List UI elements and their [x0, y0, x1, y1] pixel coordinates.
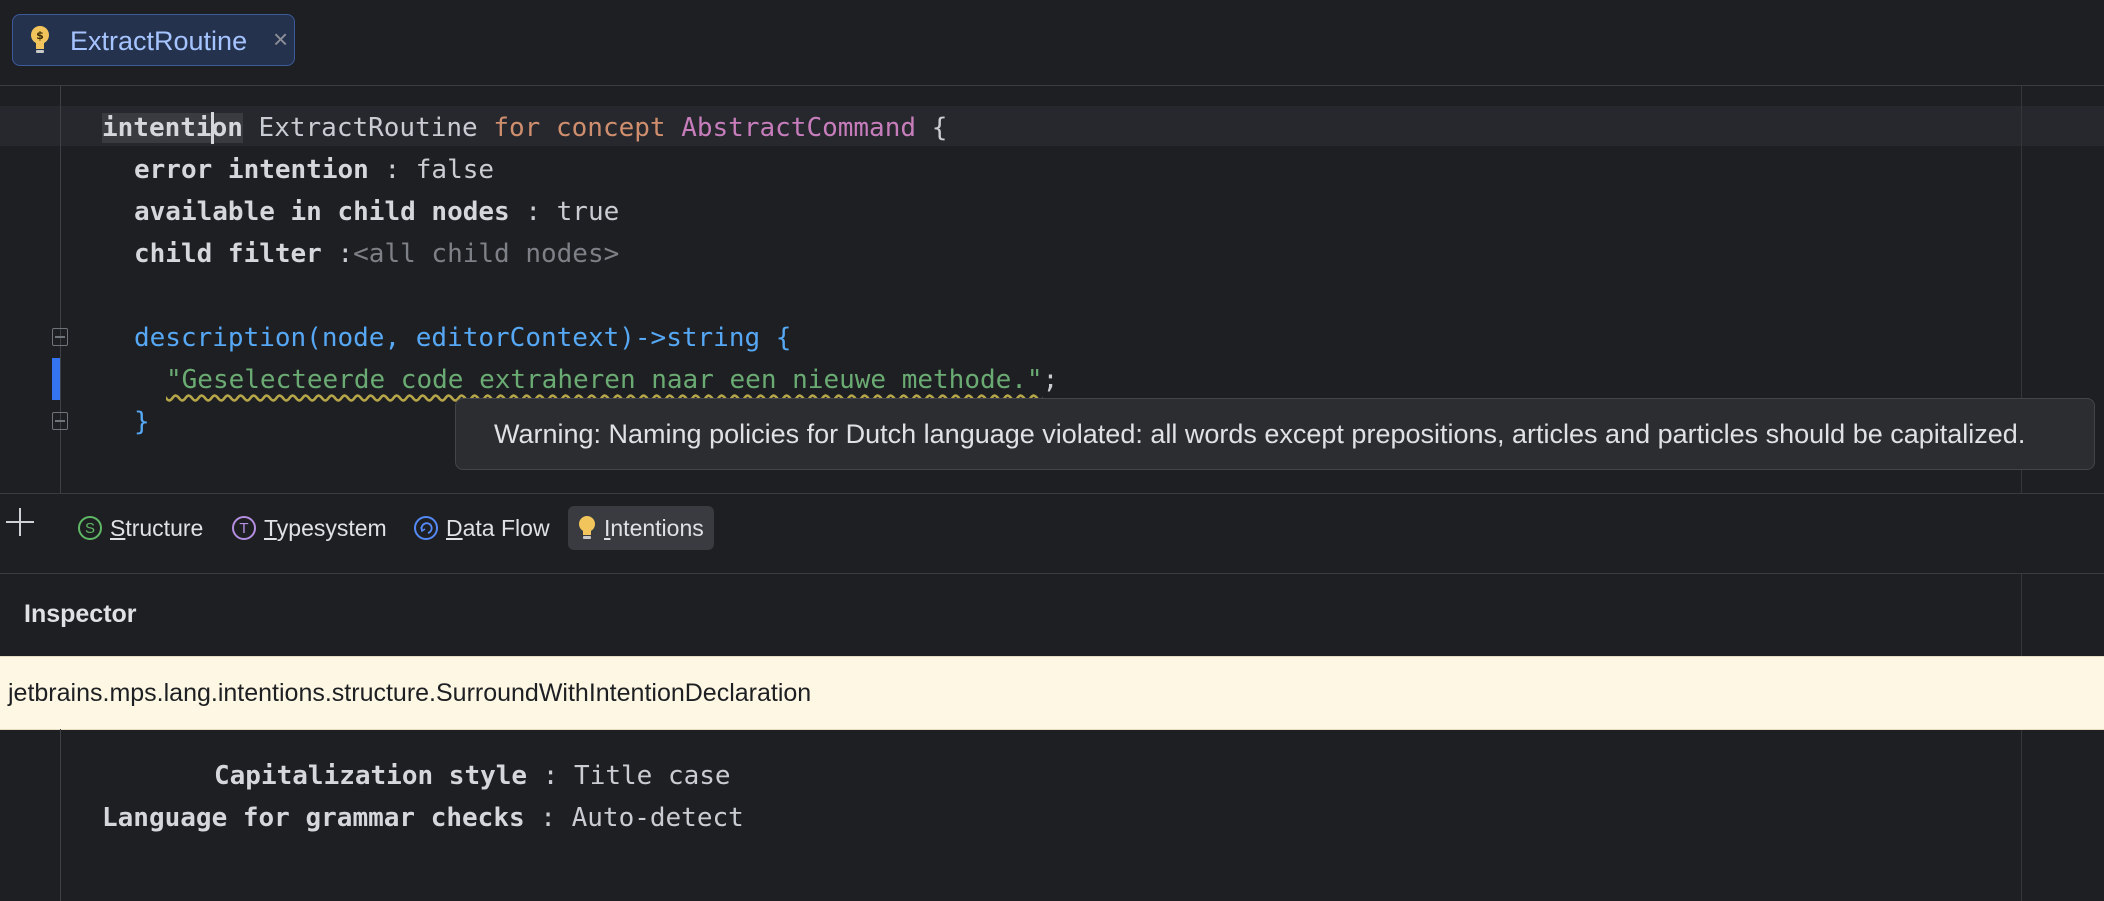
tab-intentions[interactable]: Intentions: [568, 506, 714, 550]
structure-icon: S: [78, 516, 102, 540]
property-sep: :: [337, 239, 354, 269]
open-brace: {: [931, 113, 948, 143]
warning-tooltip: Warning: Naming policies for Dutch langu…: [455, 398, 2095, 470]
property-key: Language for grammar checks: [102, 803, 525, 833]
inspector-prop-capitalization[interactable]: Capitalization style : Title case: [214, 761, 731, 791]
code-line-description-string[interactable]: "Geselecteerde code extraheren naar een …: [166, 365, 1058, 395]
add-aspect-icon[interactable]: [6, 508, 34, 536]
right-margin-guide: [2021, 574, 2022, 901]
close-icon[interactable]: ×: [273, 26, 288, 52]
tab-structure[interactable]: S Structure: [72, 508, 209, 548]
inspector-title: Inspector: [24, 600, 137, 628]
concept-reference[interactable]: AbstractCommand: [681, 113, 916, 143]
code-line-child-filter[interactable]: child filter :<all child nodes>: [134, 239, 619, 269]
property-key: child filter: [134, 239, 322, 269]
keyword-concept: concept: [555, 113, 666, 143]
concept-fqn-bar: jetbrains.mps.lang.intentions.structure.…: [0, 656, 2104, 730]
tab-title: ExtractRoutine: [70, 26, 248, 56]
change-marker[interactable]: [52, 358, 60, 400]
tab-data-flow[interactable]: Data Flow: [408, 508, 556, 548]
editor-tab-bar: $ ExtractRoutine ×: [0, 0, 2104, 86]
property-sep: :: [542, 761, 559, 791]
property-value[interactable]: false: [416, 155, 494, 185]
string-literal[interactable]: "Geselecteerde code extraheren naar een …: [166, 365, 1043, 395]
fold-collapse-icon[interactable]: [52, 328, 68, 346]
property-sep: :: [384, 155, 401, 185]
tab-extract-routine[interactable]: $ ExtractRoutine ×: [12, 14, 295, 66]
fold-end-icon[interactable]: [52, 412, 68, 430]
keyword-for: for: [493, 113, 541, 143]
warning-tooltip-text: Warning: Naming policies for Dutch langu…: [494, 419, 2026, 449]
property-key: available in child nodes: [134, 197, 510, 227]
tab-typesystem[interactable]: T Typesystem: [226, 508, 393, 548]
property-sep: :: [525, 197, 541, 227]
semicolon: ;: [1042, 365, 1059, 395]
property-placeholder[interactable]: <all child nodes>: [353, 239, 619, 269]
data-flow-icon: [414, 516, 438, 540]
aspect-tab-bar: S Structure T Typesystem Data Flow Inten…: [0, 493, 2104, 566]
intention-bulb-icon: $: [29, 25, 51, 60]
inspector-panel: Inspector jetbrains.mps.lang.intentions.…: [0, 573, 2104, 901]
code-line-close-brace: }: [134, 407, 150, 437]
property-value[interactable]: Title case: [574, 761, 731, 791]
intention-name: ExtractRoutine: [258, 113, 478, 143]
keyword-intention: intention: [102, 113, 243, 143]
typesystem-icon: T: [232, 516, 256, 540]
bulb-icon: [578, 515, 596, 541]
text-caret: [211, 112, 214, 144]
property-key: error intention: [134, 155, 369, 185]
concept-fqn: jetbrains.mps.lang.intentions.structure.…: [8, 679, 812, 707]
gutter-divider: [60, 86, 61, 493]
inspector-prop-grammar-language[interactable]: Language for grammar checks : Auto-detec…: [102, 803, 744, 833]
gutter-divider: [60, 729, 61, 901]
code-line-available-in-child-nodes[interactable]: available in child nodes : true: [134, 197, 619, 227]
property-value[interactable]: true: [557, 197, 620, 227]
property-key: Capitalization style: [214, 761, 528, 791]
property-sep: :: [540, 803, 556, 833]
code-line-error-intention[interactable]: error intention : false: [134, 155, 494, 185]
code-line-description-signature[interactable]: description(node, editorContext)->string…: [134, 323, 791, 353]
property-value[interactable]: Auto-detect: [572, 803, 744, 833]
svg-text:$: $: [36, 29, 44, 42]
code-line-declaration[interactable]: intention ExtractRoutine for concept Abs…: [102, 113, 947, 143]
